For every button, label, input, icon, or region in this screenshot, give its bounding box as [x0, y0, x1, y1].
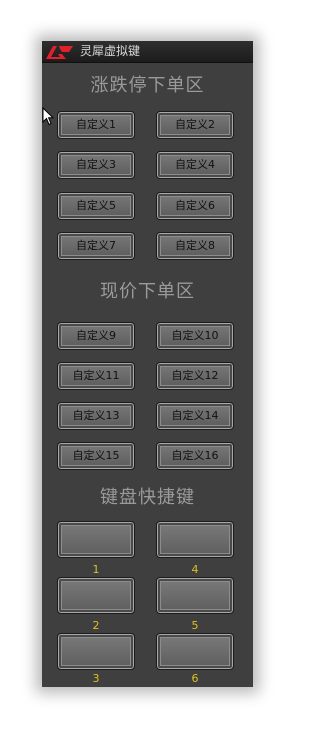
- custom-button-8[interactable]: 自定义8: [156, 232, 234, 260]
- custom-button-6[interactable]: 自定义6: [156, 192, 234, 220]
- hotkey-button-5[interactable]: [156, 577, 234, 614]
- title-bar[interactable]: 灵犀虚拟键: [42, 41, 253, 63]
- hotkey-label-4: 4: [191, 563, 199, 576]
- custom-button-16[interactable]: 自定义16: [156, 442, 234, 470]
- custom-button-5[interactable]: 自定义5: [57, 192, 135, 220]
- custom-button-14[interactable]: 自定义14: [156, 402, 234, 430]
- hotkey-label-6: 6: [191, 672, 199, 685]
- custom-button-9[interactable]: 自定义9: [57, 322, 135, 350]
- hotkey-label-3: 3: [92, 672, 100, 685]
- custom-button-13[interactable]: 自定义13: [57, 402, 135, 430]
- custom-button-2[interactable]: 自定义2: [156, 111, 234, 139]
- hotkey-button-4[interactable]: [156, 521, 234, 558]
- custom-button-4[interactable]: 自定义4: [156, 151, 234, 179]
- custom-button-3[interactable]: 自定义3: [57, 151, 135, 179]
- section-title-current-price: 现价下单区: [100, 281, 195, 302]
- custom-button-7[interactable]: 自定义7: [57, 232, 135, 260]
- mouse-cursor-icon: [42, 107, 54, 126]
- app-logo-icon: [46, 46, 73, 59]
- hotkey-button-6[interactable]: [156, 633, 234, 670]
- window-title: 灵犀虚拟键: [80, 44, 141, 58]
- section-title-keyboard-shortcuts: 键盘快捷键: [100, 487, 195, 508]
- hotkey-button-3[interactable]: [57, 633, 135, 670]
- custom-button-11[interactable]: 自定义11: [57, 362, 135, 390]
- custom-button-15[interactable]: 自定义15: [57, 442, 135, 470]
- hotkey-button-1[interactable]: [57, 521, 135, 558]
- virtual-keypad-window: 灵犀虚拟键 涨跌停下单区 自定义1 自定义2 自定义3 自定义4 自定义5 自定…: [42, 41, 253, 687]
- custom-button-10[interactable]: 自定义10: [156, 322, 234, 350]
- section-title-limit-orders: 涨跌停下单区: [90, 75, 205, 96]
- hotkey-label-1: 1: [92, 563, 100, 576]
- hotkey-label-2: 2: [92, 619, 100, 632]
- hotkey-button-2[interactable]: [57, 577, 135, 614]
- custom-button-12[interactable]: 自定义12: [156, 362, 234, 390]
- hotkey-label-5: 5: [191, 619, 199, 632]
- custom-button-1[interactable]: 自定义1: [57, 111, 135, 139]
